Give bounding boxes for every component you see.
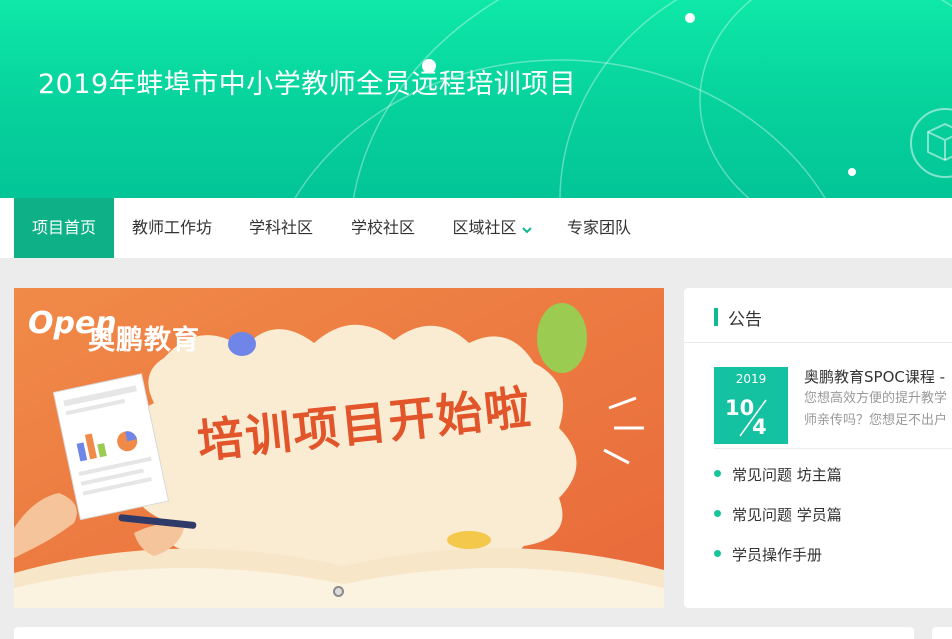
carousel-dot[interactable] xyxy=(333,586,344,597)
nav-item-label: 区域社区 xyxy=(452,218,517,237)
bullet-icon xyxy=(714,470,721,477)
content-card xyxy=(14,627,914,639)
announcement-header: 公告 xyxy=(684,288,952,343)
desc-line: 您想高效方便的提升教学 xyxy=(804,391,948,406)
link-label: 常见问题 坊主篇 xyxy=(732,466,842,484)
bullet-icon xyxy=(714,550,721,557)
announcement-title: 公告 xyxy=(728,310,762,330)
announcement-panel: 公告 2019 10 4 奥鹏教育SPOC课程 - 您想高效方便的提升教学 师亲… xyxy=(684,288,952,608)
link-label: 常见问题 学员篇 xyxy=(732,506,842,524)
featured-news-title[interactable]: 奥鹏教育SPOC课程 - xyxy=(804,366,945,387)
nav-item-expert-team[interactable]: 专家团队 xyxy=(550,198,648,258)
desc-line: 师亲传吗？您想足不出户 xyxy=(804,413,948,428)
nav-item-school-community[interactable]: 学校社区 xyxy=(332,198,434,258)
date-year: 2019 xyxy=(735,372,767,386)
nav-item-home[interactable]: 项目首页 xyxy=(14,198,114,258)
nav-item-teacher-workshop[interactable]: 教师工作坊 xyxy=(114,198,230,258)
date-month-day: 10 4 xyxy=(714,392,788,442)
bullet-icon xyxy=(714,510,721,517)
featured-news-desc: 您想高效方便的提升教学 师亲传吗？您想足不出户 xyxy=(804,388,952,432)
project-header: 2019年蚌埠市中小学教师全员远程培训项目 xyxy=(0,0,952,198)
cube-icon xyxy=(910,108,952,178)
link-faq-student[interactable]: 常见问题 学员篇 xyxy=(714,504,842,525)
brand-name: 奥鹏教育 xyxy=(88,325,200,356)
date-month: 10 xyxy=(725,396,755,420)
chevron-down-icon xyxy=(521,199,532,259)
date-badge: 2019 10 4 xyxy=(714,367,788,444)
link-faq-host[interactable]: 常见问题 坊主篇 xyxy=(714,464,842,485)
nav-item-subject-community[interactable]: 学科社区 xyxy=(230,198,332,258)
divider xyxy=(714,448,952,449)
link-student-manual[interactable]: 学员操作手册 xyxy=(714,544,822,565)
main-nav: 项目首页 教师工作坊 学科社区 学校社区 区域社区 专家团队 xyxy=(0,198,952,258)
date-day: 4 xyxy=(752,415,767,439)
banner-carousel[interactable]: Open 奥鹏教育 培训项目开始啦 xyxy=(14,288,664,608)
link-label: 学员操作手册 xyxy=(732,546,823,564)
nav-item-region-community[interactable]: 区域社区 xyxy=(434,198,550,258)
title-accent-bar xyxy=(714,308,718,326)
page-title: 2019年蚌埠市中小学教师全员远程培训项目 xyxy=(38,69,577,100)
content-card xyxy=(932,627,952,639)
